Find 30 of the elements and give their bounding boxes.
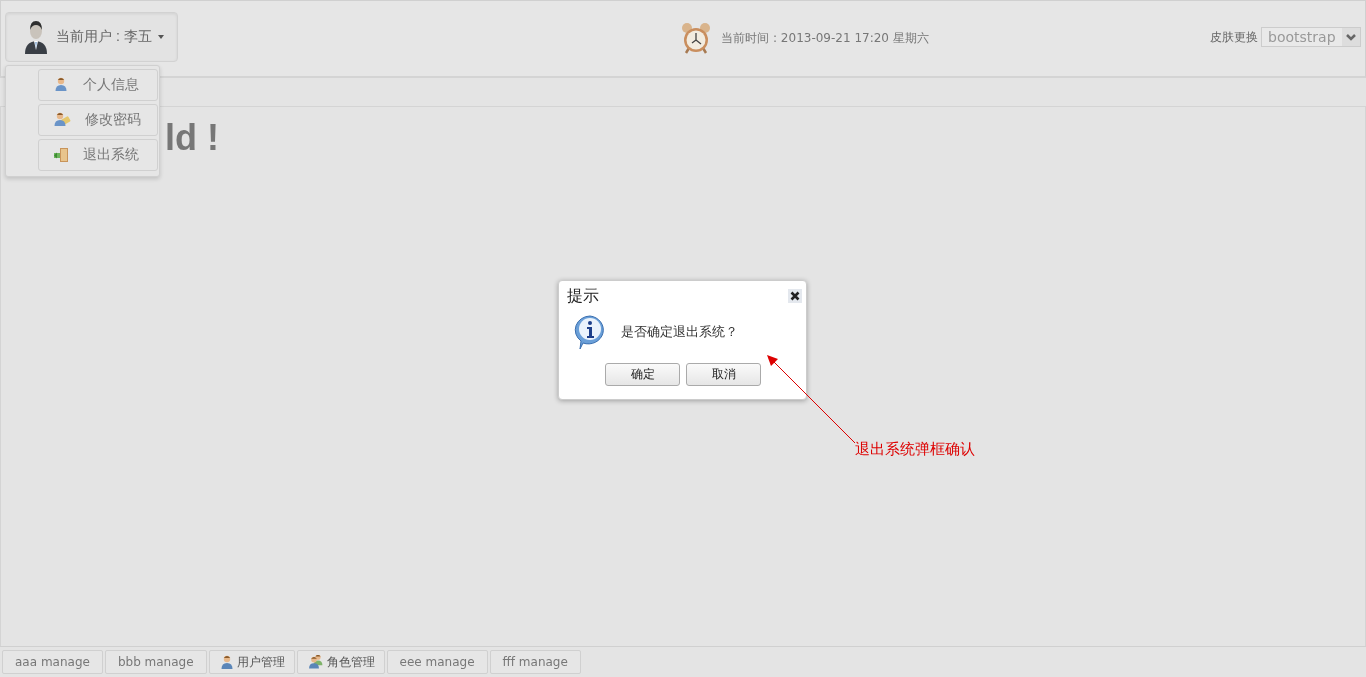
taskbar-tab[interactable]: 角色管理 xyxy=(296,650,385,674)
taskbar-tab[interactable]: fff manage xyxy=(489,650,581,674)
menu-item[interactable]: 修改密码 xyxy=(38,104,158,136)
caret-icon xyxy=(157,35,164,39)
dialog-button[interactable]: 确定 xyxy=(605,363,680,386)
dialog-button[interactable]: 取消 xyxy=(686,363,761,386)
current-time: 当前时间 : 2013-09-21 17:20 星期六 xyxy=(721,30,929,47)
info-icon xyxy=(573,314,607,350)
dialog-title: 提示 xyxy=(567,285,599,307)
menu-item[interactable]: 个人信息 xyxy=(38,69,158,101)
door-exit-icon xyxy=(53,147,69,163)
menu-item[interactable]: 退出系统 xyxy=(38,139,158,171)
user-menu-button[interactable]: 当前用户 : 李五 xyxy=(5,12,178,62)
close-icon[interactable] xyxy=(788,289,802,303)
taskbar-tab[interactable]: 用户管理 xyxy=(208,650,295,674)
page-heading: ld ! xyxy=(165,117,219,159)
user-icon xyxy=(53,77,69,93)
skin-label: 皮肤更换 xyxy=(1210,28,1258,46)
taskbar-tab[interactable]: aaa manage xyxy=(2,650,103,674)
annotation-note: 退出系统弹框确认 xyxy=(855,440,975,459)
taskbar-tab[interactable]: bbb manage xyxy=(104,650,207,674)
user-edit-icon xyxy=(53,112,71,128)
businessman-icon xyxy=(22,20,50,54)
user-label: 当前用户 : 李五 xyxy=(56,28,152,46)
chevron-down-icon xyxy=(1342,28,1360,46)
skin-select[interactable]: bootstrap xyxy=(1261,27,1361,47)
taskbar-tab[interactable]: eee manage xyxy=(386,650,488,674)
dialog-message: 是否确定退出系统？ xyxy=(621,323,738,341)
users-icon xyxy=(307,654,324,670)
user-icon xyxy=(219,654,234,670)
